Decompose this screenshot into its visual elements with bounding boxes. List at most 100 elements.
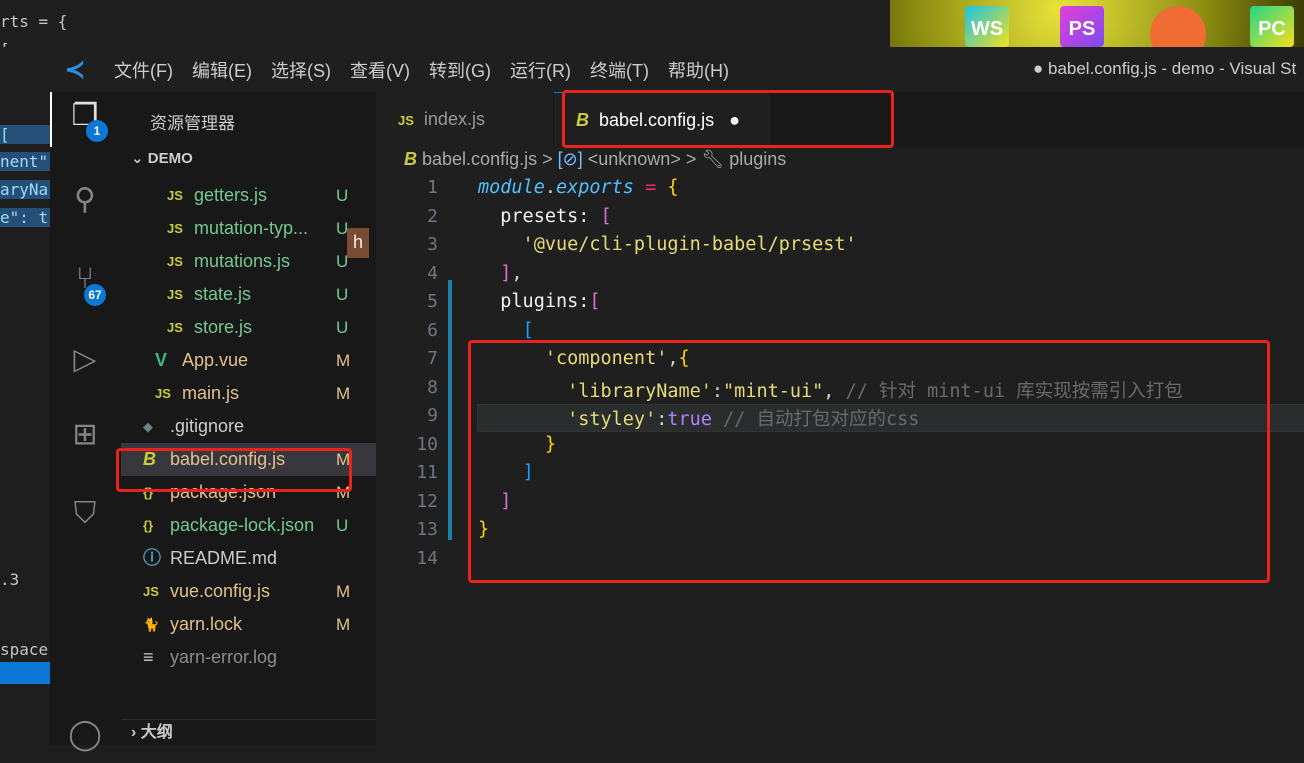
file-name: getters.js: [194, 185, 268, 205]
editor-area: JS index.js B babel.config.js ● B babel.…: [376, 90, 1304, 745]
menu-item[interactable]: 帮助(H): [668, 57, 729, 83]
line-number: 9: [427, 405, 438, 426]
code-token: plugins:: [478, 291, 590, 312]
menu-item[interactable]: 编辑(E): [192, 57, 252, 83]
code-token: [: [589, 291, 601, 312]
menu-item[interactable]: 选择(S): [271, 57, 331, 83]
line-number: 5: [427, 291, 438, 312]
highlight-box-tab: [562, 90, 894, 148]
menu-item[interactable]: 运行(R): [510, 57, 571, 83]
activity-bar: ❐ 1 ⚲ ⑂ 67 ▷ ⊞ ⛉ ◯: [50, 92, 121, 751]
git-status: M: [336, 384, 351, 403]
pycharm-icon[interactable]: PC: [1250, 6, 1294, 47]
menu-item[interactable]: 终端(T): [590, 57, 649, 83]
file-item[interactable]: {} package-lock.json U: [121, 509, 376, 542]
explorer-sidebar: 资源管理器 ⌄ DEMO JSactions.jsUJSgetters.jsUJ…: [121, 92, 376, 745]
file-type-icon: JS: [167, 254, 183, 269]
chevron-right-icon: ›: [131, 724, 141, 741]
git-status: U: [336, 186, 349, 205]
file-type-icon: ≡: [143, 647, 154, 667]
folder-header-demo[interactable]: ⌄ DEMO: [121, 149, 376, 173]
breadcrumb-symbol[interactable]: <unknown>: [588, 149, 681, 169]
code-token: =: [633, 177, 668, 198]
line-number: 4: [427, 262, 438, 284]
line-number: 1: [427, 177, 438, 198]
file-item[interactable]: JS store.js U: [121, 311, 376, 344]
file-type-icon: ⓘ: [143, 548, 161, 568]
git-status: U: [336, 318, 349, 337]
source-control-icon[interactable]: ⑂ 67: [64, 262, 106, 306]
line-number: 13: [416, 519, 438, 540]
file-name: yarn-error.log: [170, 647, 278, 667]
code-line[interactable]: module.exports = {: [478, 177, 679, 198]
file-item[interactable]: ≡ yarn-error.log: [121, 641, 376, 674]
file-item[interactable]: ◆ .gitignore: [121, 410, 376, 443]
file-name: .gitignore: [170, 416, 245, 436]
bookmark-icon[interactable]: ⛉: [64, 497, 106, 539]
file-item[interactable]: V App.vue M: [121, 344, 376, 377]
breadcrumb-separator: >: [685, 149, 697, 169]
vscode-window: ≺ 文件(F) 编辑(E) 选择(S) 查看(V) 转到(G) 运行(R) 终端(T) 帮助(…: [50, 47, 1304, 751]
breadcrumb-separator: >: [542, 149, 553, 169]
run-debug-icon[interactable]: ▷: [64, 342, 106, 384]
git-status: M: [336, 615, 351, 634]
code-token: [: [600, 205, 612, 227]
file-type-icon: JS: [167, 188, 183, 203]
file-item[interactable]: JS getters.js U: [121, 179, 376, 212]
file-item[interactable]: 🐈 yarn.lock M: [121, 608, 376, 641]
code-token: .: [544, 177, 556, 198]
code-token: presets:: [478, 205, 601, 227]
account-icon[interactable]: ◯: [64, 717, 106, 759]
symbol-variable-icon: [⊘]: [557, 149, 583, 169]
file-item[interactable]: JS state.js U: [121, 278, 376, 311]
git-status: M: [336, 351, 351, 370]
outline-section[interactable]: › 大纲: [121, 719, 376, 745]
code-token: ]: [500, 262, 512, 284]
search-icon[interactable]: ⚲: [64, 182, 106, 224]
explorer-badge: 1: [86, 120, 108, 142]
line-number: 10: [416, 433, 438, 455]
tab-index-js[interactable]: JS index.js: [376, 92, 553, 147]
menu-item[interactable]: 文件(F): [114, 57, 173, 83]
background-code-fragment: nent": [0, 152, 50, 171]
breadcrumb-file[interactable]: babel.config.js: [422, 149, 537, 169]
code-line[interactable]: [: [478, 320, 534, 341]
hover-hint: h: [347, 228, 369, 258]
extensions-icon[interactable]: ⊞: [64, 417, 106, 459]
file-type-icon: ◆: [143, 419, 153, 434]
file-type-icon: JS: [167, 287, 183, 302]
background-code-fragment: aryNa: [0, 180, 50, 199]
code-line[interactable]: presets: [: [478, 205, 612, 227]
explorer-title: 资源管理器: [150, 114, 235, 133]
code-line[interactable]: '@vue/cli-plugin-babel/prsest': [478, 234, 857, 255]
background-editor-top: rts = {[li-pl: [0, 0, 890, 47]
phpstorm-icon[interactable]: PS: [1060, 6, 1104, 47]
background-editor-left: [nent" aryNa e": t .3 space': [0, 0, 50, 745]
menu-item[interactable]: 查看(V): [350, 57, 410, 83]
file-item[interactable]: JS main.js M: [121, 377, 376, 410]
menu-item[interactable]: 转到(G): [429, 57, 491, 83]
file-name: main.js: [182, 383, 240, 403]
file-item[interactable]: JS vue.config.js M: [121, 575, 376, 608]
line-number: 14: [416, 547, 438, 569]
folder-name: DEMO: [147, 150, 193, 167]
file-item[interactable]: JS mutations.js U: [121, 245, 376, 278]
code-token: ,: [511, 262, 523, 284]
file-name: store.js: [194, 317, 253, 337]
file-item[interactable]: ⓘ README.md: [121, 542, 376, 575]
code-line[interactable]: ],: [478, 262, 523, 284]
line-number: 8: [427, 376, 438, 398]
code-token: module: [478, 177, 545, 198]
webstorm-icon[interactable]: WS: [965, 6, 1009, 47]
code-line[interactable]: plugins:[: [478, 291, 601, 312]
tab-label: index.js: [423, 109, 485, 129]
file-name: package-lock.json: [170, 515, 315, 535]
file-item[interactable]: JS mutation-typ... U: [121, 212, 376, 245]
background-code-fragment: space': [0, 640, 50, 659]
breadcrumb-leaf[interactable]: plugins: [729, 149, 786, 169]
background-code-fragment: rts = {: [0, 12, 68, 31]
postman-icon[interactable]: [1150, 6, 1206, 47]
title-bar: ≺ 文件(F) 编辑(E) 选择(S) 查看(V) 转到(G) 运行(R) 终端(T) 帮助(…: [50, 47, 1304, 92]
explorer-icon[interactable]: ❐ 1: [64, 98, 108, 142]
